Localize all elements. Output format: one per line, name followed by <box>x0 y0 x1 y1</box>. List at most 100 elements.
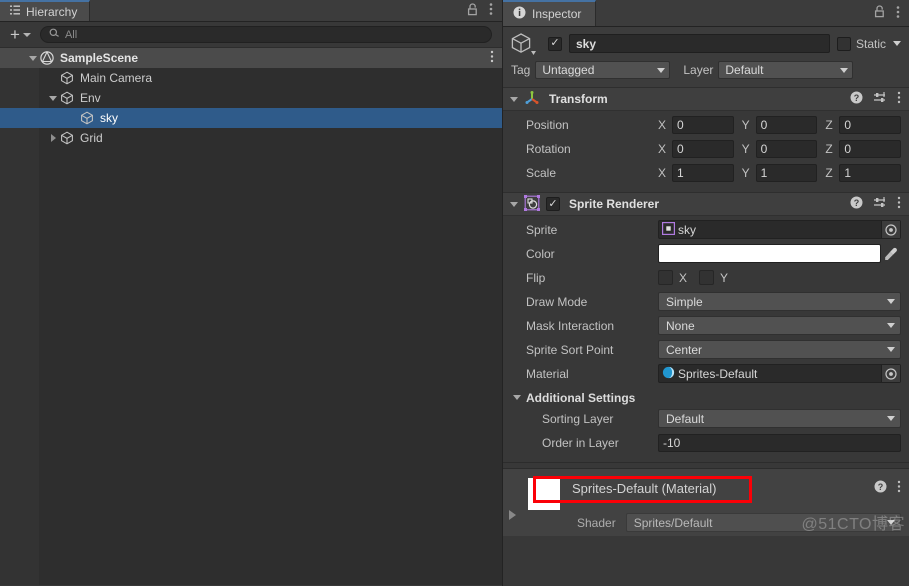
help-icon[interactable]: ? <box>850 91 863 107</box>
scale-z-input[interactable]: 1 <box>839 163 902 182</box>
value: 1 <box>844 165 852 180</box>
axis-label-x: X <box>658 165 667 180</box>
sprite-object-field[interactable]: sky <box>658 220 901 239</box>
scale-x-input[interactable]: 1 <box>672 163 734 182</box>
axis-label-y: Y <box>741 165 750 180</box>
static-label: Static <box>855 36 886 51</box>
foldout-arrow-icon[interactable] <box>513 395 521 400</box>
kebab-menu-icon[interactable] <box>489 2 493 19</box>
flip-x-checkbox[interactable] <box>658 270 673 285</box>
help-icon[interactable]: ? <box>874 480 887 496</box>
mask-interaction-dropdown[interactable]: None <box>658 316 901 335</box>
layer-dropdown[interactable]: Default <box>718 61 854 79</box>
tag-label: Tag <box>511 63 531 77</box>
sprite-picker-button[interactable] <box>881 221 900 238</box>
hierarchy-search-input[interactable]: All <box>39 26 492 43</box>
position-x-input[interactable]: 0 <box>672 115 734 134</box>
gameobject-header: ✓ sky Static Tag Untagged Layer Default <box>503 27 909 87</box>
value: 0 <box>844 117 852 132</box>
property-row-flip: Flip X Y <box>503 267 909 288</box>
foldout-arrow-icon[interactable] <box>510 96 518 102</box>
property-row-position: Position X 0 Y 0 Z 0 <box>503 114 909 135</box>
order-in-layer-value: -10 <box>663 435 681 450</box>
material-preview-title: Sprites-Default (Material) <box>572 481 717 496</box>
sorting-layer-dropdown[interactable]: Default <box>658 409 901 428</box>
additional-settings-foldout[interactable]: Additional Settings <box>503 387 909 408</box>
component-header-sprite-renderer[interactable]: ✓ Sprite Renderer ? <box>503 192 909 216</box>
tab-inspector-label: Inspector <box>532 7 582 21</box>
flip-x-label: X <box>679 270 688 285</box>
svg-text:?: ? <box>854 198 860 208</box>
create-object-button[interactable]: + <box>7 24 34 44</box>
expander-arrow-icon[interactable] <box>47 134 59 142</box>
property-row-rotation: Rotation X 0 Y 0 Z 0 <box>503 138 909 159</box>
position-z-input[interactable]: 0 <box>839 115 902 134</box>
material-picker-button[interactable] <box>881 365 900 382</box>
preset-icon[interactable] <box>873 91 887 107</box>
tag-dropdown[interactable]: Untagged <box>535 61 671 79</box>
flip-y-checkbox[interactable] <box>699 270 715 285</box>
component-body-sprite-renderer: Sprite sky Color Flip X Y Draw Mode Simp… <box>503 216 909 462</box>
gameobject-cube-icon <box>79 111 95 125</box>
hierarchy-tree: SampleScene Main Camera Env sky Grid <box>0 48 502 585</box>
position-y-input[interactable]: 0 <box>755 115 818 134</box>
color-swatch[interactable] <box>659 245 880 262</box>
hierarchy-item-sky[interactable]: sky <box>0 108 502 128</box>
sprite-sort-point-dropdown[interactable]: Center <box>658 340 901 359</box>
plus-icon: + <box>10 24 20 44</box>
gameobject-enabled-checkbox[interactable]: ✓ <box>548 36 562 51</box>
sprite-renderer-icon <box>524 194 540 214</box>
sprite-renderer-enabled-checkbox[interactable]: ✓ <box>546 197 560 211</box>
property-row-sorting-layer: Sorting Layer Default <box>503 408 909 429</box>
hierarchy-item-label: Main Camera <box>80 71 153 85</box>
component-header-transform[interactable]: Transform ? <box>503 87 909 111</box>
static-dropdown-arrow[interactable] <box>893 41 901 46</box>
color-label: Color <box>526 246 555 261</box>
color-field[interactable] <box>658 244 881 263</box>
property-row-scale: Scale X 1 Y 1 Z 1 <box>503 162 909 183</box>
lock-icon[interactable] <box>467 2 478 19</box>
chevron-down-icon <box>887 347 895 352</box>
gameobject-name-input[interactable]: sky <box>569 34 830 53</box>
rotation-z-input[interactable]: 0 <box>839 139 902 158</box>
mask-interaction-value: None <box>666 318 695 333</box>
hierarchy-item-env[interactable]: Env <box>0 88 502 108</box>
chevron-down-icon <box>657 67 666 73</box>
gameobject-cube-icon <box>59 131 75 145</box>
expander-arrow-icon[interactable] <box>47 95 59 101</box>
rotation-y-input[interactable]: 0 <box>755 139 818 158</box>
material-object-field[interactable]: Sprites-Default <box>658 364 901 383</box>
kebab-menu-icon[interactable] <box>897 196 901 212</box>
shader-dropdown[interactable]: Sprites/Default <box>625 513 901 532</box>
order-in-layer-input[interactable]: -10 <box>658 433 901 452</box>
axis-label-x: X <box>658 141 667 156</box>
hierarchy-item-main-camera[interactable]: Main Camera <box>0 68 502 88</box>
component-title: Transform <box>549 92 608 106</box>
scale-y-input[interactable]: 1 <box>755 163 818 182</box>
tab-hierarchy[interactable]: Hierarchy <box>0 0 91 21</box>
expander-arrow-icon[interactable] <box>27 55 39 61</box>
static-checkbox[interactable] <box>836 36 851 51</box>
foldout-arrow-icon[interactable] <box>510 201 518 207</box>
rotation-x-input[interactable]: 0 <box>672 139 734 158</box>
material-expand-arrow-icon[interactable] <box>509 510 516 520</box>
material-preview-swatch <box>528 478 560 510</box>
eyedropper-icon[interactable] <box>881 246 901 261</box>
material-value: Sprites-Default <box>678 366 758 381</box>
lock-icon[interactable] <box>874 5 885 21</box>
chevron-down-icon <box>887 520 895 525</box>
kebab-menu-icon[interactable] <box>897 480 901 496</box>
draw-mode-dropdown[interactable]: Simple <box>658 292 901 311</box>
kebab-menu-icon[interactable] <box>896 5 900 22</box>
inspector-body: ✓ sky Static Tag Untagged Layer Default … <box>503 27 909 586</box>
draw-mode-label: Draw Mode <box>526 294 588 309</box>
hierarchy-item-samplescene[interactable]: SampleScene <box>0 48 502 68</box>
preset-icon[interactable] <box>873 196 887 212</box>
hierarchy-item-grid[interactable]: Grid <box>0 128 502 148</box>
kebab-menu-icon[interactable] <box>897 91 901 107</box>
tab-inspector[interactable]: Inspector <box>503 0 597 26</box>
additional-settings-label: Additional Settings <box>526 390 636 405</box>
value: 0 <box>844 141 852 156</box>
kebab-menu-icon[interactable] <box>490 50 502 66</box>
help-icon[interactable]: ? <box>850 196 863 212</box>
